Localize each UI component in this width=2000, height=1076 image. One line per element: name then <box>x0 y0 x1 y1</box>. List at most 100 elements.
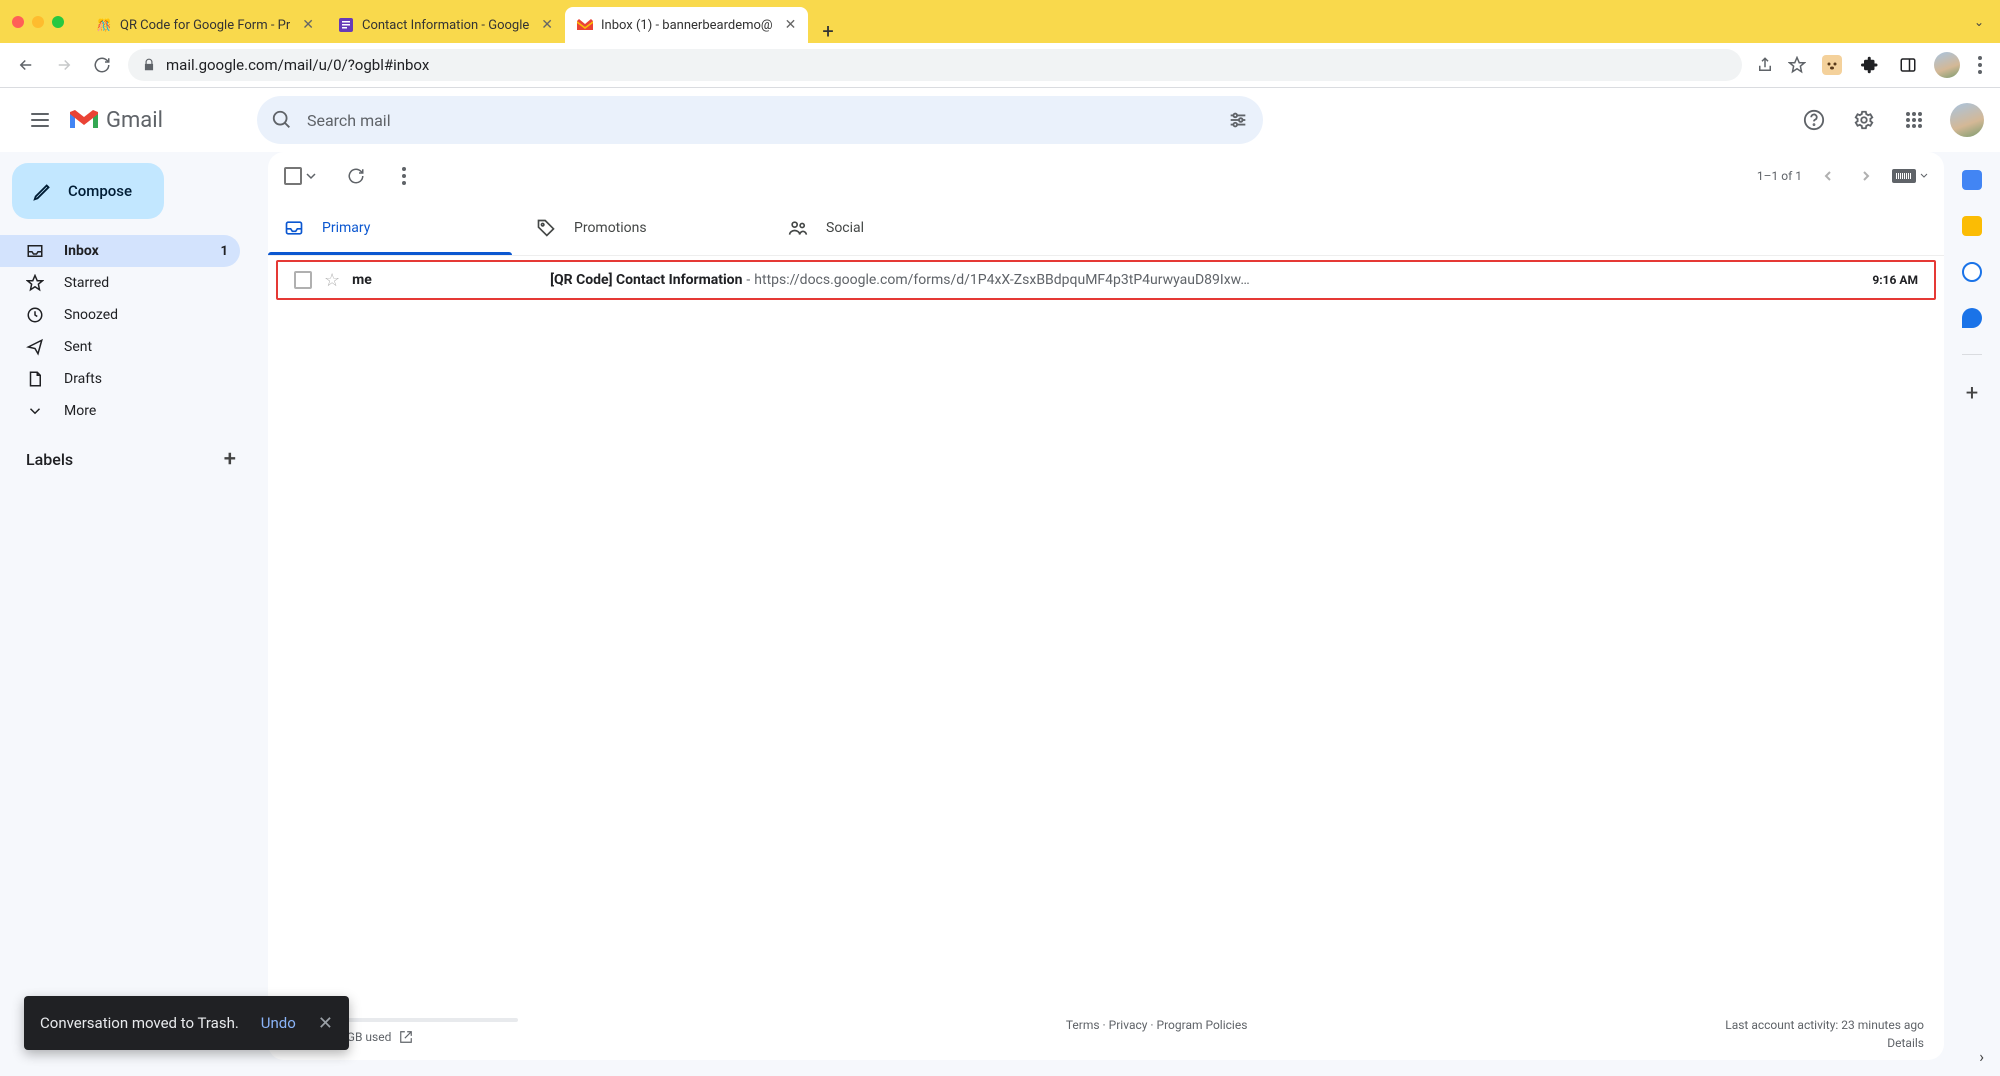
minimize-window[interactable] <box>32 16 44 28</box>
tab-promotions[interactable]: Promotions <box>520 200 772 255</box>
compose-label: Compose <box>68 182 132 200</box>
footer-activity: Last account activity: 23 minutes ago De… <box>1725 1018 1924 1050</box>
nav-snoozed[interactable]: Snoozed <box>0 299 240 331</box>
open-external-icon[interactable] <box>399 1030 413 1044</box>
tab-inbox[interactable]: Inbox (1) - bannerbeardemo@ ✕ <box>565 7 808 43</box>
hide-panel-icon[interactable]: › <box>1979 1047 1984 1066</box>
gmail-brand-text: Gmail <box>106 108 163 133</box>
gmail-logo[interactable]: Gmail <box>68 108 163 133</box>
get-addons-icon[interactable]: + <box>1966 381 1978 406</box>
nav-label: Starred <box>64 275 109 291</box>
new-tab-button[interactable]: + <box>822 19 833 43</box>
details-link[interactable]: Details <box>1725 1036 1924 1050</box>
contacts-icon[interactable] <box>1962 308 1982 328</box>
send-icon <box>26 338 46 356</box>
footer-links[interactable]: Terms · Privacy · Program Policies <box>1066 1018 1248 1032</box>
keyboard-icon <box>1892 169 1916 183</box>
nav-drafts[interactable]: Drafts <box>0 363 240 395</box>
nav-sent[interactable]: Sent <box>0 331 240 363</box>
close-icon[interactable]: ✕ <box>785 17 797 33</box>
sidepanel-icon[interactable] <box>1896 53 1920 77</box>
labels-heading: Labels + <box>0 427 256 480</box>
tab-title: Inbox (1) - bannerbeardemo@ <box>601 18 773 33</box>
calendar-icon[interactable] <box>1962 170 1982 190</box>
url-actions <box>1756 52 1986 78</box>
content-pane: 1–1 of 1 Primary Promotions Social <box>268 152 1944 1060</box>
footer: 0 GB of 15 GB used Terms · Privacy · Pro… <box>268 1008 1944 1060</box>
search-icon[interactable] <box>271 109 293 131</box>
sidebar: Compose Inbox 1 Starred Snoozed Sent <box>0 152 256 1076</box>
tabs-dropdown-icon[interactable]: ⌄ <box>1970 11 1988 33</box>
dropdown-arrow-icon <box>306 171 316 181</box>
activity-text: Last account activity: 23 minutes ago <box>1725 1018 1924 1032</box>
nav-label: Snoozed <box>64 307 118 323</box>
forward-button[interactable] <box>52 53 76 77</box>
extension-bear-icon[interactable] <box>1820 53 1844 77</box>
tab-contact-info[interactable]: Contact Information - Google ✕ <box>326 7 565 43</box>
nav-more[interactable]: More <box>0 395 240 427</box>
tasks-icon[interactable] <box>1962 262 1982 282</box>
close-icon[interactable]: ✕ <box>541 17 553 33</box>
lock-icon <box>142 58 156 72</box>
pager-prev[interactable] <box>1816 164 1840 188</box>
input-tools[interactable] <box>1892 169 1928 183</box>
tab-social[interactable]: Social <box>772 200 1024 255</box>
inbox-icon <box>26 242 46 260</box>
close-window[interactable] <box>12 16 24 28</box>
search-options-icon[interactable] <box>1227 109 1249 131</box>
dropdown-arrow-icon <box>1920 172 1928 180</box>
close-icon[interactable]: ✕ <box>318 1013 333 1034</box>
nav-list: Inbox 1 Starred Snoozed Sent Drafts M <box>0 235 256 427</box>
tabs: 🎊 QR Code for Google Form - Pr ✕ Contact… <box>84 0 834 43</box>
back-button[interactable] <box>14 53 38 77</box>
account-avatar[interactable] <box>1950 103 1984 137</box>
browser-menu-icon[interactable] <box>1974 52 1986 78</box>
maximize-window[interactable] <box>52 16 64 28</box>
address-bar[interactable]: mail.google.com/mail/u/0/?ogbl#inbox <box>128 49 1742 81</box>
settings-icon[interactable] <box>1844 100 1884 140</box>
nav-inbox[interactable]: Inbox 1 <box>0 235 240 267</box>
extensions-icon[interactable] <box>1858 53 1882 77</box>
pager-next[interactable] <box>1854 164 1878 188</box>
divider <box>1962 354 1982 355</box>
chevron-down-icon <box>26 402 46 420</box>
star-icon[interactable]: ☆ <box>324 270 340 291</box>
tab-qr-code[interactable]: 🎊 QR Code for Google Form - Pr ✕ <box>84 7 326 43</box>
close-icon[interactable]: ✕ <box>302 17 314 33</box>
email-row[interactable]: ☆ me [QR Code] Contact Information - htt… <box>276 260 1936 300</box>
select-all-checkbox[interactable] <box>284 167 316 185</box>
toast: Conversation moved to Trash. Undo ✕ <box>24 996 349 1050</box>
search-input[interactable] <box>307 111 1213 130</box>
gmail-favicon-icon <box>577 17 593 33</box>
kebab-icon <box>398 163 410 189</box>
reload-button[interactable] <box>90 53 114 77</box>
nav-label: Drafts <box>64 371 102 387</box>
refresh-button[interactable] <box>336 156 376 196</box>
search-box[interactable] <box>257 96 1263 144</box>
row-checkbox[interactable] <box>294 271 312 289</box>
tab-label: Social <box>826 220 864 236</box>
tab-title: QR Code for Google Form - Pr <box>120 18 290 33</box>
category-tabs: Primary Promotions Social <box>268 200 1944 256</box>
bookmark-icon[interactable] <box>1788 56 1806 74</box>
tab-primary[interactable]: Primary <box>268 200 520 255</box>
email-subject-line: [QR Code] Contact Information - https://… <box>550 272 1840 288</box>
url-text: mail.google.com/mail/u/0/?ogbl#inbox <box>166 56 429 74</box>
add-label-button[interactable]: + <box>224 447 236 472</box>
compose-button[interactable]: Compose <box>12 163 164 219</box>
profile-avatar[interactable] <box>1934 52 1960 78</box>
nav-starred[interactable]: Starred <box>0 267 240 299</box>
email-time: 9:16 AM <box>1872 273 1918 287</box>
keep-icon[interactable] <box>1962 216 1982 236</box>
gmail-header: Gmail <box>0 88 2000 152</box>
gmail-icon <box>68 108 100 132</box>
support-icon[interactable] <box>1794 100 1834 140</box>
side-panel: + › <box>1944 152 2000 1076</box>
hamburger-icon <box>31 113 49 127</box>
more-actions-button[interactable] <box>384 156 424 196</box>
apps-icon[interactable] <box>1894 100 1934 140</box>
main-menu-button[interactable] <box>16 96 64 144</box>
undo-button[interactable]: Undo <box>261 1014 296 1032</box>
share-icon[interactable] <box>1756 56 1774 74</box>
favicon-icon: 🎊 <box>96 17 112 33</box>
